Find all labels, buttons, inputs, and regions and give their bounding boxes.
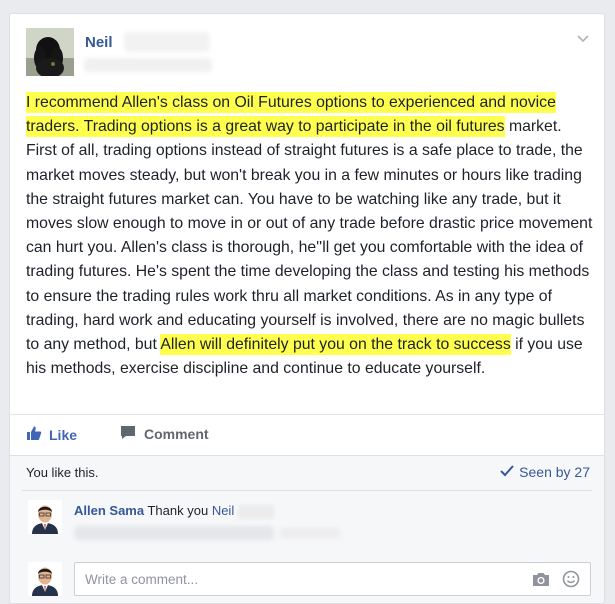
comment-input[interactable] — [83, 571, 507, 588]
redacted-name — [124, 32, 210, 52]
post-body: I recommend Allen's class on Oil Futures… — [10, 91, 604, 381]
divider — [22, 490, 592, 491]
feedback-section: You like this. Seen by 27 Allen Sama Tha… — [10, 455, 604, 603]
author-avatar[interactable] — [26, 28, 74, 76]
commenter-avatar[interactable] — [28, 500, 62, 534]
comment-label: Comment — [144, 426, 209, 442]
post-text-main: market. First of all, trading options in… — [26, 118, 593, 354]
highlight-recommendation: I recommend Allen's class on Oil Futures… — [26, 92, 556, 138]
smiley-icon[interactable] — [562, 570, 580, 588]
like-thumb-icon — [26, 425, 42, 444]
comment-item: Allen Sama Thank you Neil — [74, 503, 274, 519]
likes-summary[interactable]: You like this. — [26, 465, 99, 480]
redacted-comment-meta — [74, 526, 274, 540]
post-card: Neil I recommend Allen's class on Oil Fu… — [9, 13, 605, 604]
comment-button[interactable]: Comment — [120, 425, 209, 443]
checkmark-icon — [500, 464, 514, 480]
redacted-comment-meta-2 — [280, 528, 340, 538]
seen-by-indicator[interactable]: Seen by 27 — [500, 464, 590, 480]
chevron-down-icon[interactable] — [576, 31, 590, 45]
redacted-mention — [237, 504, 274, 519]
current-user-avatar[interactable] — [28, 562, 62, 596]
highlight-success: Allen will definitely put you on the tra… — [160, 334, 511, 356]
like-button[interactable]: Like — [26, 425, 77, 444]
comment-bubble-icon — [120, 425, 136, 443]
comment-mention[interactable]: Neil — [212, 503, 234, 518]
comment-text: Thank you — [147, 503, 209, 518]
post-header: Neil — [10, 14, 604, 86]
comment-composer — [74, 562, 591, 596]
redacted-timestamp — [84, 58, 212, 72]
seen-by-label: Seen by 27 — [519, 464, 590, 480]
comment-author[interactable]: Allen Sama — [74, 503, 144, 518]
author-name[interactable]: Neil — [85, 34, 113, 51]
camera-icon[interactable] — [532, 571, 550, 587]
post-actions: Like Comment — [10, 414, 604, 452]
like-label: Like — [49, 426, 78, 443]
